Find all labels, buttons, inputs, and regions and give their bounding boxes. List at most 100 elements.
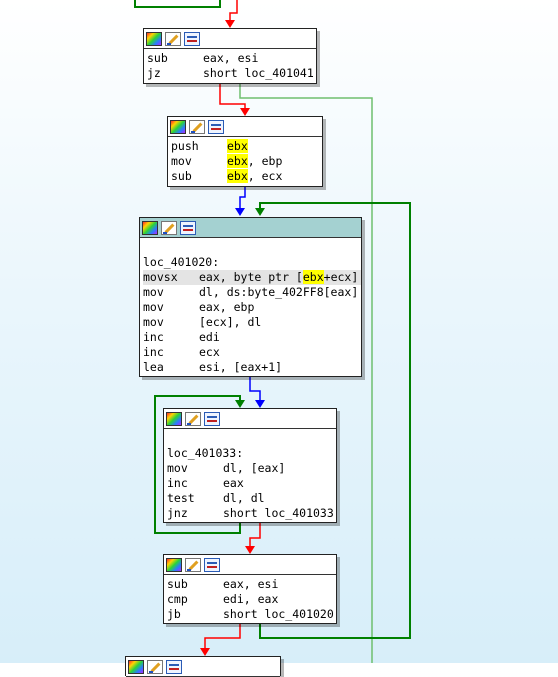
- instruction-line[interactable]: inc edi: [143, 330, 361, 345]
- instruction-line[interactable]: jnz short loc_401033: [167, 506, 336, 521]
- operand: eax, byte ptr [: [199, 270, 303, 284]
- code-block-2[interactable]: push ebx mov ebx, ebp sub ebx, ecx: [167, 116, 323, 187]
- mnemonic: inc: [143, 345, 164, 359]
- block-label[interactable]: loc_401033:: [167, 446, 336, 461]
- mnemonic: sub: [167, 577, 188, 591]
- block-header[interactable]: [164, 555, 336, 575]
- mnemonic: lea: [143, 360, 164, 374]
- operand: eax, ebp: [199, 300, 255, 314]
- mnemonic: jnz: [167, 506, 188, 520]
- block-header[interactable]: [126, 657, 280, 677]
- operand: short loc_401020: [223, 607, 334, 621]
- mnemonic: push: [171, 139, 199, 153]
- code-block-loc_401033[interactable]: loc_401033: mov dl, [eax] inc eax test dl, dl j…: [163, 408, 337, 523]
- highlighted-register[interactable]: ebx: [227, 154, 248, 168]
- edit-icon[interactable]: [161, 220, 177, 235]
- code-block-loc_401020[interactable]: loc_401020: movsx eax, byte ptr [ebx+ecx] m…: [139, 217, 362, 377]
- palette-icon[interactable]: [146, 31, 162, 46]
- edge-b2-b3: [239, 186, 246, 211]
- instruction-line[interactable]: mov ebx, ebp: [171, 154, 322, 169]
- code-block-5[interactable]: sub eax, esi cmp edi, eax jb short loc_401020: [163, 554, 337, 624]
- graph-icon[interactable]: [184, 31, 200, 46]
- palette-icon[interactable]: [166, 557, 182, 572]
- arrow-b2-b3: [235, 208, 245, 216]
- operand: short loc_401033: [223, 506, 334, 520]
- graph-icon[interactable]: [204, 411, 220, 426]
- instruction-line[interactable]: mov dl, ds:byte_402FF8[eax]: [143, 285, 361, 300]
- highlighted-register[interactable]: ebx: [227, 169, 248, 183]
- operand: , ecx: [247, 169, 283, 183]
- operand: short loc_401041: [203, 66, 314, 80]
- palette-icon[interactable]: [166, 411, 182, 426]
- code-block-next[interactable]: [125, 656, 281, 677]
- graph-icon[interactable]: [180, 220, 196, 235]
- operand: , ebp: [247, 154, 283, 168]
- mnemonic: test: [167, 491, 195, 505]
- operand: esi, [eax+1]: [199, 360, 283, 374]
- graph-icon[interactable]: [204, 557, 220, 572]
- block-body: loc_401033: mov dl, [eax] inc eax test dl, dl j…: [164, 429, 336, 523]
- block-header[interactable]: [164, 409, 336, 429]
- arrow-back-b3: [255, 208, 265, 216]
- graph-icon[interactable]: [166, 659, 182, 674]
- block-header[interactable]: [140, 218, 361, 238]
- instruction-line[interactable]: jz short loc_401041: [147, 66, 316, 81]
- highlighted-register[interactable]: ebx: [302, 270, 324, 284]
- code-block-1[interactable]: sub eax, esi jz short loc_401041: [143, 28, 317, 84]
- edit-icon[interactable]: [185, 557, 201, 572]
- mnemonic: sub: [171, 169, 192, 183]
- mnemonic: mov: [167, 461, 188, 475]
- instruction-line[interactable]: inc eax: [167, 476, 336, 491]
- operand: eax, esi: [223, 577, 279, 591]
- graph-icon[interactable]: [208, 119, 224, 134]
- mnemonic: mov: [143, 300, 164, 314]
- mnemonic: jb: [167, 607, 181, 621]
- palette-icon[interactable]: [142, 220, 158, 235]
- instruction-line[interactable]: movsx eax, byte ptr [ebx+ecx]: [143, 270, 361, 285]
- mnemonic: sub: [147, 51, 168, 65]
- instruction-line[interactable]: push ebx: [171, 139, 322, 154]
- arrow-b3-b4: [255, 400, 265, 408]
- instruction-line[interactable]: inc ecx: [143, 345, 361, 360]
- block-header[interactable]: [144, 29, 316, 49]
- edit-icon[interactable]: [189, 119, 205, 134]
- instruction-line[interactable]: jb short loc_401020: [167, 607, 336, 622]
- edge-b4-b5: [249, 522, 261, 549]
- instruction-line[interactable]: mov dl, [eax]: [167, 461, 336, 476]
- instruction-line[interactable]: mov eax, ebp: [143, 300, 361, 315]
- arrow-into-b1: [225, 20, 235, 28]
- edit-icon[interactable]: [185, 411, 201, 426]
- instruction-line[interactable]: lea esi, [eax+1]: [143, 360, 361, 375]
- mnemonic: mov: [143, 315, 164, 329]
- edit-icon[interactable]: [147, 659, 163, 674]
- block-label[interactable]: loc_401020:: [143, 255, 361, 270]
- palette-icon[interactable]: [128, 659, 144, 674]
- instruction-line[interactable]: sub ebx, ecx: [171, 169, 322, 184]
- arrow-b5-next: [200, 648, 210, 656]
- arrow-into-b2: [240, 108, 250, 116]
- palette-icon[interactable]: [170, 119, 186, 134]
- block-body: sub eax, esi cmp edi, eax jb short loc_401020: [164, 575, 336, 624]
- edit-icon[interactable]: [165, 31, 181, 46]
- operand: edi, eax: [223, 592, 279, 606]
- edge-b5-next: [204, 623, 241, 651]
- instruction-line[interactable]: mov [ecx], dl: [143, 315, 361, 330]
- mnemonic: cmp: [167, 592, 188, 606]
- edge-true-top: [134, 0, 221, 8]
- mnemonic: mov: [143, 285, 164, 299]
- highlighted-register[interactable]: ebx: [227, 139, 248, 153]
- block-header[interactable]: [168, 117, 322, 137]
- instruction-line[interactable]: sub eax, esi: [167, 577, 336, 592]
- mnemonic: movsx: [143, 270, 178, 284]
- operand: [ecx], dl: [199, 315, 262, 329]
- operand: edi: [199, 330, 220, 344]
- arrow-loop-b4: [235, 400, 245, 408]
- operand: eax: [223, 476, 244, 490]
- instruction-line[interactable]: cmp edi, eax: [167, 592, 336, 607]
- operand: dl, dl: [223, 491, 265, 505]
- mnemonic: jz: [147, 66, 161, 80]
- instruction-line[interactable]: test dl, dl: [167, 491, 336, 506]
- instruction-line[interactable]: sub eax, esi: [147, 51, 316, 66]
- operand: dl, [eax]: [223, 461, 286, 475]
- mnemonic: mov: [171, 154, 192, 168]
